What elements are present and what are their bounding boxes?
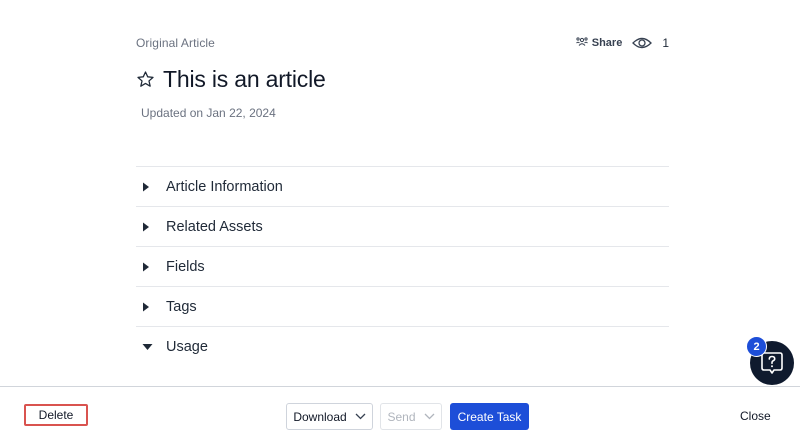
section-label: Related Assets: [166, 218, 263, 235]
share-button[interactable]: Share: [575, 36, 623, 50]
accordion-sections: Article Information Related Assets Field…: [136, 166, 669, 366]
section-article-information[interactable]: Article Information: [136, 166, 669, 206]
caret-right-icon: [136, 302, 166, 312]
article-detail-page: Original Article Share 1 This is an arti…: [0, 0, 800, 433]
section-tags[interactable]: Tags: [136, 286, 669, 326]
share-label: Share: [591, 37, 623, 49]
caret-right-icon: [136, 222, 166, 232]
help-notification-badge: 2: [746, 336, 767, 357]
star-icon[interactable]: [136, 70, 155, 89]
chevron-down-icon: [424, 413, 435, 420]
section-label: Article Information: [166, 178, 283, 195]
create-task-button[interactable]: Create Task: [450, 403, 529, 430]
delete-button[interactable]: Delete: [24, 404, 88, 426]
view-count: 1: [662, 36, 669, 50]
caret-down-icon: [136, 343, 166, 351]
article-type-label: Original Article: [136, 36, 215, 50]
section-label: Tags: [166, 298, 197, 315]
chevron-down-icon: [355, 413, 366, 420]
caret-right-icon: [136, 262, 166, 272]
updated-date: Updated on Jan 22, 2024: [141, 106, 276, 120]
section-usage[interactable]: Usage: [136, 326, 669, 366]
article-header: Original Article Share 1: [136, 36, 669, 50]
eye-icon: [632, 36, 653, 50]
download-label: Download: [293, 409, 347, 424]
article-title: This is an article: [163, 66, 326, 92]
title-row: This is an article: [136, 66, 326, 93]
section-related-assets[interactable]: Related Assets: [136, 206, 669, 246]
share-views-group: Share 1: [575, 36, 669, 50]
send-label: Send: [387, 409, 416, 424]
action-footer: Delete Download Send Create Task Close: [0, 386, 800, 433]
section-label: Usage: [166, 338, 208, 355]
share-icon: [575, 36, 588, 50]
caret-right-icon: [136, 182, 166, 192]
send-dropdown[interactable]: Send: [380, 403, 442, 430]
download-dropdown[interactable]: Download: [286, 403, 373, 430]
section-fields[interactable]: Fields: [136, 246, 669, 286]
close-button[interactable]: Close: [740, 409, 771, 423]
section-label: Fields: [166, 258, 205, 275]
